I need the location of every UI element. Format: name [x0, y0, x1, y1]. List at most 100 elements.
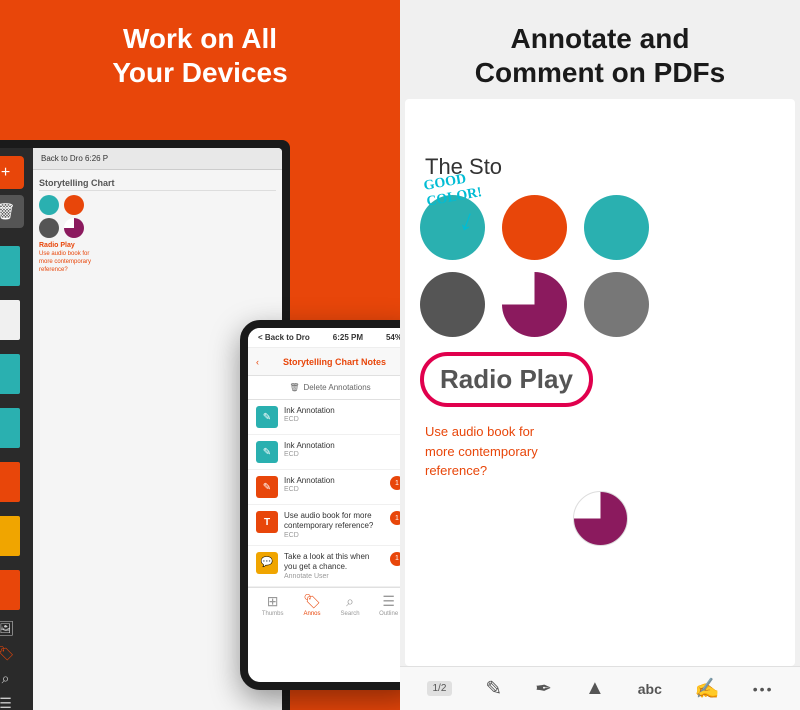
phone-tab-annos[interactable]: 🏷 Annos — [303, 593, 321, 617]
left-title-line2: Your Devices — [112, 57, 287, 88]
phone-tab-outline[interactable]: ☰ Outline — [379, 593, 398, 617]
annotation-icon-5: 💬 — [256, 552, 278, 574]
right-title-line1: Annotate and — [511, 23, 690, 54]
toolbar-pencil-icon[interactable]: ✎ — [485, 676, 502, 701]
list-item-4[interactable]: T Use audio book for more contemporary r… — [248, 505, 400, 546]
desktop-circle-4 — [64, 218, 84, 238]
phone-back-button[interactable]: ‹ — [256, 357, 259, 367]
sidebar-thumb-4 — [0, 408, 20, 448]
pdf-comment: Use audio book formore contemporaryrefer… — [405, 417, 795, 486]
circle-pie — [502, 272, 567, 337]
outline-label: Outline — [379, 611, 398, 617]
list-item-3[interactable]: ✎ Ink Annotation ECD 1 — [248, 470, 400, 505]
list-item-4-sub: ECD — [284, 532, 384, 539]
desktop-section-label: Storytelling Chart — [39, 176, 276, 191]
list-item-3-sub: ECD — [284, 486, 384, 493]
radio-play-row: Radio Play — [420, 352, 780, 407]
pdf-area: GOODCOLOR! ↓ The Sto Radio Play Use a — [405, 99, 795, 666]
circle-gray-1 — [420, 272, 485, 337]
sidebar-thumb-3 — [0, 354, 20, 394]
right-title-line2: Comment on PDFs — [475, 57, 725, 88]
sidebar-thumb-6 — [0, 516, 20, 556]
phone-tab-bar: ⊞ Thumbs 🏷 Annos ⌕ Search ☰ Outline — [248, 587, 400, 623]
list-item-3-badge: 1 — [390, 476, 400, 490]
toolbar-highlight-icon[interactable]: ▲ — [585, 677, 605, 700]
app-sidebar: + 🗑 The... Do... Ink A... — [0, 148, 33, 710]
sidebar-doc-row-6[interactable]: Take... — [0, 512, 29, 560]
sidebar-bottom-icon-3[interactable]: ⌕ — [2, 670, 10, 687]
sidebar-thumb-1 — [0, 246, 20, 286]
sidebar-add-btn[interactable]: + — [0, 156, 24, 189]
sidebar-doc-row-4[interactable]: Ink A... — [0, 404, 29, 452]
desktop-circle-2 — [64, 195, 84, 215]
list-item-2-title: Ink Annotation — [284, 441, 400, 451]
app-header-text: Back to Dro 6:26 P — [41, 154, 108, 163]
sidebar-doc-row-7[interactable]: Sour... — [0, 566, 29, 614]
list-item-1-title: Ink Annotation — [284, 406, 400, 416]
phone-mockup: < Back to Dro 6:25 PM 54% ‹ Storytelling… — [240, 320, 400, 690]
sidebar-thumb-5 — [0, 462, 20, 502]
circle-orange — [502, 195, 567, 260]
small-pie-chart — [573, 491, 628, 546]
toolbar-pen-icon[interactable]: ✒ — [535, 676, 552, 701]
list-item-5[interactable]: 💬 Take a look at this when you get a cha… — [248, 546, 400, 587]
annos-icon: 🏷 — [303, 593, 321, 610]
app-header-bar: Back to Dro 6:26 P — [33, 148, 282, 170]
phone-status-left: < Back to Dro — [258, 333, 310, 342]
toolbar-text-icon[interactable]: abc — [638, 681, 662, 697]
phone-time: 6:25 PM — [333, 333, 363, 342]
list-item-5-content: Take a look at this when you get a chanc… — [284, 552, 384, 580]
phone-battery: 54% — [386, 333, 400, 342]
sidebar-doc-row-5[interactable]: Use... — [0, 458, 29, 506]
sidebar-doc-row-2[interactable]: Do... — [0, 296, 29, 344]
phone-status-bar: < Back to Dro 6:25 PM 54% — [248, 328, 400, 348]
list-item-4-title: Use audio book for more contemporary ref… — [284, 511, 384, 532]
sidebar-doc-row-1[interactable]: The... — [0, 242, 29, 290]
list-item-1[interactable]: ✎ Ink Annotation ECD — [248, 400, 400, 435]
annotation-icon-1: ✎ — [256, 406, 278, 428]
annos-label: Annos — [304, 611, 321, 617]
list-item-1-sub: ECD — [284, 416, 400, 423]
phone-action-bar: 🗑 Delete Annotations — [248, 376, 400, 400]
toolbar-sign-icon[interactable]: ✍ — [695, 676, 720, 701]
pdf-toolbar: 1/2 ✎ ✒ ▲ abc ✍ ••• — [400, 666, 800, 710]
desktop-circles — [39, 195, 276, 238]
phone-tab-thumbs[interactable]: ⊞ Thumbs — [262, 593, 284, 617]
left-title-line1: Work on All — [123, 23, 277, 54]
phone-action-icon: 🗑 — [289, 383, 299, 392]
annotation-icon-3: ✎ — [256, 476, 278, 498]
list-item-2-sub: ECD — [284, 451, 400, 458]
search-icon: ⌕ — [346, 593, 354, 610]
thumbs-icon: ⊞ — [267, 593, 279, 610]
toolbar-more-icon[interactable]: ••• — [753, 681, 774, 697]
list-item-3-content: Ink Annotation ECD — [284, 476, 384, 493]
list-item-3-title: Ink Annotation — [284, 476, 384, 486]
desktop-radio-label: Radio Play — [39, 242, 276, 249]
outline-icon: ☰ — [382, 593, 395, 610]
phone-tab-search[interactable]: ⌕ Search — [341, 593, 360, 617]
phone-action-label[interactable]: Delete Annotations — [303, 383, 370, 392]
phone-nav-bar: ‹ Storytelling Chart Notes — [248, 348, 400, 376]
sidebar-thumb-7 — [0, 570, 20, 610]
sidebar-bottom-icon-1[interactable]: 🖼 — [0, 620, 14, 637]
annotation-icon-2: ✎ — [256, 441, 278, 463]
list-item-2[interactable]: ✎ Ink Annotation ECD — [248, 435, 400, 470]
sidebar-doc-row-3[interactable]: Ink A... — [0, 350, 29, 398]
list-item-4-content: Use audio book for more contemporary ref… — [284, 511, 384, 539]
list-item-5-title: Take a look at this when you get a chanc… — [284, 552, 384, 573]
search-label: Search — [341, 611, 360, 617]
sidebar-bottom-icon-2[interactable]: 🏷 — [0, 645, 14, 662]
desktop-circle-3 — [39, 218, 59, 238]
desktop-comment-text: Use audio book formore contemporaryrefer… — [39, 251, 276, 274]
desktop-circle-1 — [39, 195, 59, 215]
left-panel: Work on All Your Devices + 🗑 The... — [0, 0, 400, 710]
sidebar-thumb-2 — [0, 300, 20, 340]
circle-teal-2 — [584, 195, 649, 260]
right-panel: Annotate and Comment on PDFs GOODCOLOR! … — [400, 0, 800, 710]
left-title: Work on All Your Devices — [112, 22, 287, 89]
list-item-4-badge: 1 — [390, 511, 400, 525]
radio-play-label: Radio Play — [420, 352, 593, 407]
sidebar-bottom-icon-4[interactable]: ☰ — [0, 695, 12, 710]
annotation-icon-4: T — [256, 511, 278, 533]
sidebar-delete-btn[interactable]: 🗑 — [0, 195, 24, 228]
